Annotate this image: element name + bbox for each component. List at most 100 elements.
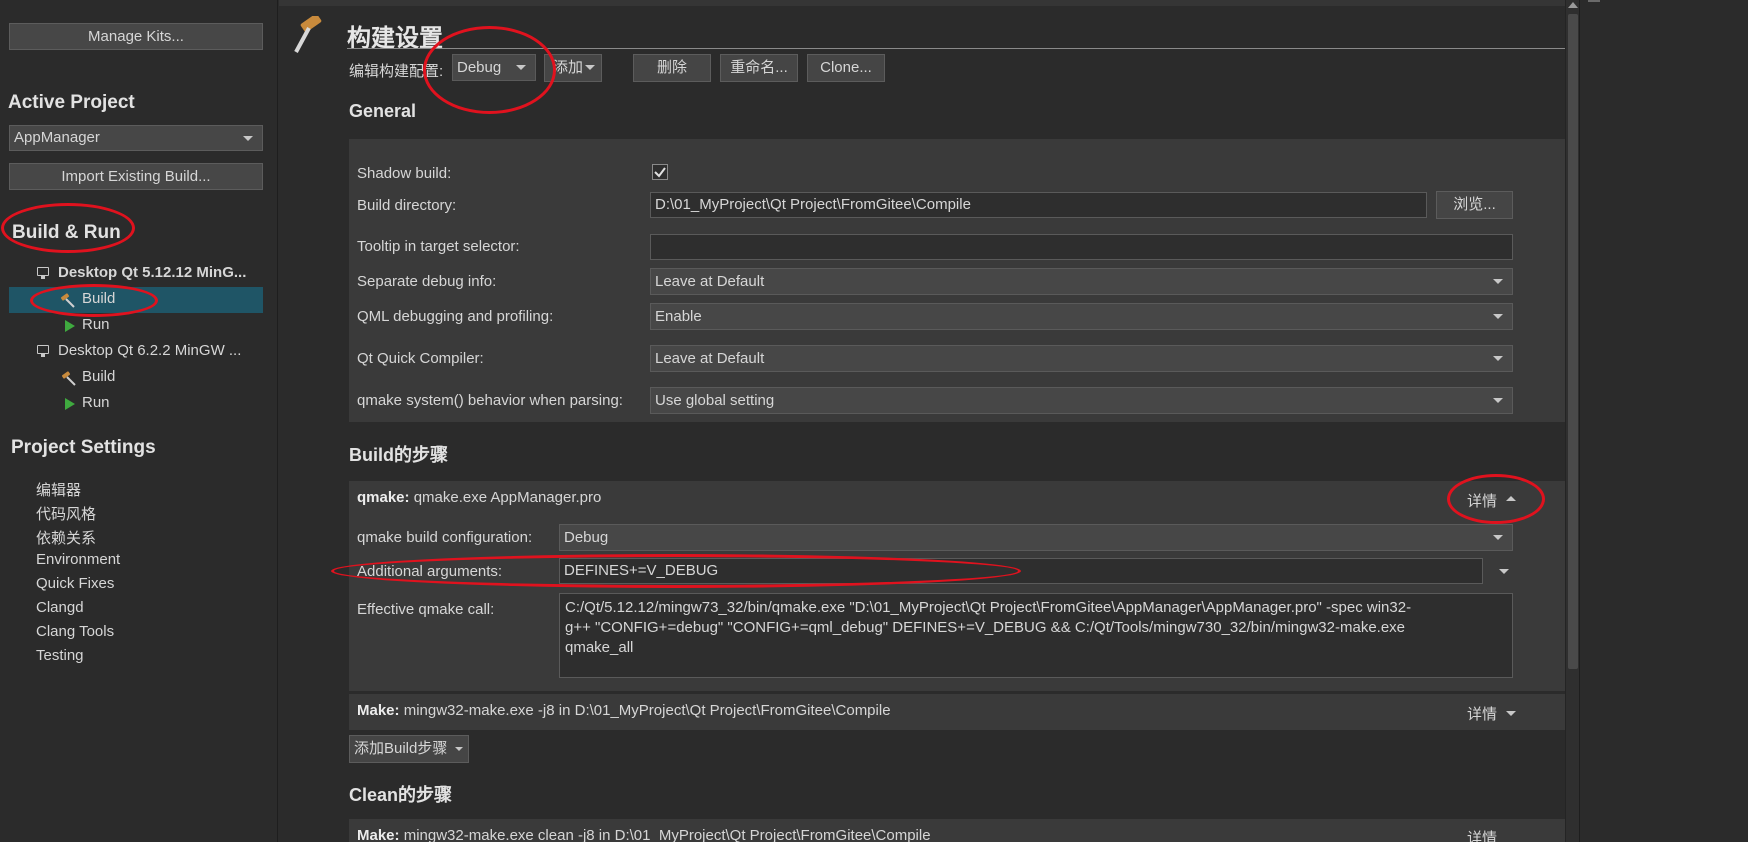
kit-run-item[interactable]: Run xyxy=(82,316,110,333)
kit-run-item[interactable]: Run xyxy=(82,394,110,411)
chevron-down-icon xyxy=(1493,314,1503,319)
tooltip-label: Tooltip in target selector: xyxy=(357,238,520,255)
kit-build-item[interactable]: Build xyxy=(82,368,115,385)
manage-kits-button[interactable]: Manage Kits... xyxy=(9,23,263,50)
rename-config-button[interactable]: 重命名... xyxy=(720,54,798,82)
clean-step-name: Make: xyxy=(357,827,400,842)
left-panel: Manage Kits... Active Project AppManager… xyxy=(0,0,278,842)
qmake-build-config-label: qmake build configuration: xyxy=(357,529,533,546)
scroll-up-icon[interactable] xyxy=(1568,2,1578,8)
settings-item-testing[interactable]: Testing xyxy=(36,647,84,664)
import-existing-build-button[interactable]: Import Existing Build... xyxy=(9,163,263,190)
active-project-select[interactable]: AppManager xyxy=(9,125,263,151)
settings-item-dependencies[interactable]: 依赖关系 xyxy=(36,527,96,548)
clean-step-summary: mingw32-make.exe clean -j8 in D:\01_MyPr… xyxy=(403,827,931,842)
settings-item-editor[interactable]: 编辑器 xyxy=(36,479,81,500)
kit-item-qt6[interactable]: Desktop Qt 6.2.2 MinGW ... xyxy=(58,342,241,359)
qmake-system-value: Use global setting xyxy=(655,392,775,409)
kit-build-row-selected[interactable]: Build xyxy=(9,287,263,313)
chevron-down-icon xyxy=(243,136,253,141)
qt-quick-compiler-select[interactable]: Leave at Default xyxy=(650,345,1513,372)
general-heading: General xyxy=(349,101,417,121)
qmake-step-name: qmake: xyxy=(357,489,410,506)
chevron-up-icon xyxy=(1506,496,1516,501)
clean-step-header[interactable]: Make: mingw32-make.exe clean -j8 in D:\0… xyxy=(357,827,931,842)
build-config-select[interactable]: Debug xyxy=(452,54,536,81)
settings-item-clang-tools[interactable]: Clang Tools xyxy=(36,623,114,640)
chevron-down-icon xyxy=(1493,356,1503,361)
separate-debug-select[interactable]: Leave at Default xyxy=(650,268,1513,295)
settings-item-code-style[interactable]: 代码风格 xyxy=(36,503,96,524)
qmake-build-config-select[interactable]: Debug xyxy=(559,524,1513,551)
chevron-down-icon xyxy=(585,65,595,70)
clean-details-toggle[interactable]: 详情 xyxy=(1467,827,1497,842)
chevron-down-icon[interactable] xyxy=(1499,569,1509,574)
delete-config-button[interactable]: 删除 xyxy=(633,54,711,82)
build-steps-heading: Build的步骤 xyxy=(349,445,448,465)
qmake-step-summary: qmake.exe AppManager.pro xyxy=(413,489,602,506)
checkmark-icon xyxy=(654,167,666,178)
build-config-value: Debug xyxy=(457,59,502,76)
run-icon xyxy=(65,398,75,410)
add-build-step-label: 添加Build步骤 xyxy=(354,740,448,757)
effective-call-line: C:/Qt/5.12.12/mingw73_32/bin/qmake.exe "… xyxy=(565,599,1412,616)
qmake-details-toggle[interactable]: 详情 xyxy=(1467,490,1497,511)
scrollbar-thumb[interactable] xyxy=(1568,14,1578,669)
effective-qmake-call-text[interactable]: C:/Qt/5.12.12/mingw73_32/bin/qmake.exe "… xyxy=(559,593,1513,678)
clean-details-label: 详情 xyxy=(1467,830,1498,842)
build-directory-label: Build directory: xyxy=(357,197,457,214)
hammer-icon xyxy=(60,293,75,308)
edit-config-label: 编辑构建配置: xyxy=(349,63,444,80)
shadow-build-label: Shadow build: xyxy=(357,165,452,182)
settings-item-environment[interactable]: Environment xyxy=(36,551,120,568)
additional-arguments-label: Additional arguments: xyxy=(357,563,503,580)
build-run-heading: Build & Run xyxy=(12,222,121,243)
make-step-name: Make: xyxy=(357,702,400,719)
qml-debugging-label: QML debugging and profiling: xyxy=(357,308,554,325)
qmake-details-label: 详情 xyxy=(1467,493,1498,510)
shadow-build-checkbox[interactable] xyxy=(652,164,668,180)
add-config-label: 添加 xyxy=(553,59,584,76)
clone-config-button[interactable]: Clone... xyxy=(807,54,885,82)
title-divider xyxy=(347,48,1748,49)
clean-steps-heading: Clean的步骤 xyxy=(349,785,453,805)
active-project-heading: Active Project xyxy=(8,92,135,113)
add-config-button[interactable]: 添加 xyxy=(544,54,602,82)
browse-button[interactable]: 浏览... xyxy=(1436,191,1513,219)
vertical-scrollbar[interactable] xyxy=(1565,0,1579,842)
hammer-icon xyxy=(294,16,322,53)
tooltip-field[interactable] xyxy=(650,234,1513,260)
chevron-down-icon xyxy=(1506,711,1516,716)
make-step-summary: mingw32-make.exe -j8 in D:\01_MyProject\… xyxy=(403,702,891,719)
make-step-header[interactable]: Make: mingw32-make.exe -j8 in D:\01_MyPr… xyxy=(357,702,891,719)
settings-item-quick-fixes[interactable]: Quick Fixes xyxy=(36,575,114,592)
separate-debug-label: Separate debug info: xyxy=(357,273,497,290)
additional-arguments-field[interactable]: DEFINES+=V_DEBUG xyxy=(559,558,1483,584)
add-build-step-button[interactable]: 添加Build步骤 xyxy=(349,735,469,763)
make-details-label: 详情 xyxy=(1467,706,1498,723)
build-directory-field[interactable]: D:\01_MyProject\Qt Project\FromGitee\Com… xyxy=(650,192,1427,218)
main-content: 构建设置 编辑构建配置: Debug 添加 删除 重命名... Clone...… xyxy=(279,0,1748,842)
qmake-system-select[interactable]: Use global setting xyxy=(650,387,1513,414)
qml-debugging-select[interactable]: Enable xyxy=(650,303,1513,330)
qt-quick-compiler-value: Leave at Default xyxy=(655,350,765,367)
divider xyxy=(1588,0,1600,2)
effective-call-line: qmake_all xyxy=(565,639,634,656)
qt-quick-compiler-label: Qt Quick Compiler: xyxy=(357,350,484,367)
separate-debug-value: Leave at Default xyxy=(655,273,765,290)
settings-item-clangd[interactable]: Clangd xyxy=(36,599,84,616)
qmake-step-header[interactable]: qmake: qmake.exe AppManager.pro xyxy=(357,489,601,506)
project-settings-heading: Project Settings xyxy=(11,437,156,458)
chevron-down-icon xyxy=(455,747,463,751)
top-strip xyxy=(279,0,1568,6)
kit-item-qt5[interactable]: Desktop Qt 5.12.12 MinG... xyxy=(58,264,246,281)
qmake-build-config-value: Debug xyxy=(564,529,609,546)
qmake-system-label: qmake system() behavior when parsing: xyxy=(357,392,623,409)
chevron-down-icon xyxy=(1493,535,1503,540)
chevron-down-icon xyxy=(1493,279,1503,284)
right-panel xyxy=(1579,0,1748,842)
make-details-toggle[interactable]: 详情 xyxy=(1467,703,1497,724)
chevron-down-icon xyxy=(516,65,526,70)
run-icon xyxy=(65,320,75,332)
effective-call-line: g++ "CONFIG+=debug" "CONFIG+=qml_debug" … xyxy=(565,619,1406,636)
